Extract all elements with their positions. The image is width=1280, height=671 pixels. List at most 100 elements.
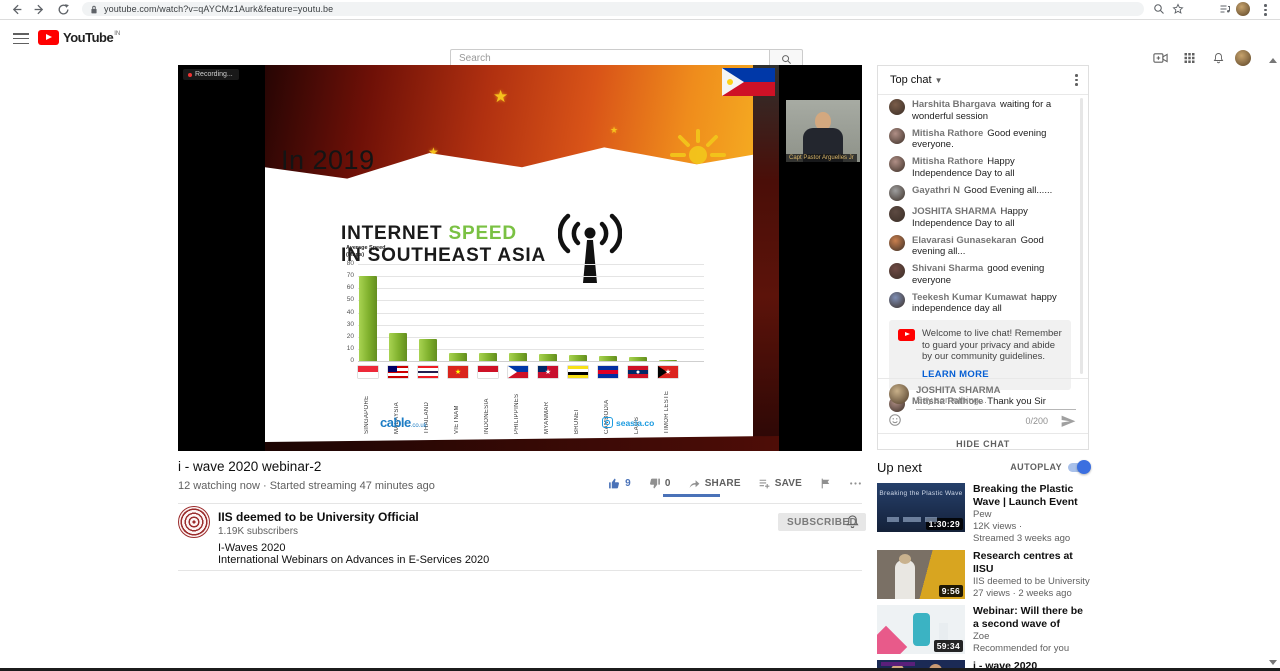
chat-menu-icon[interactable] — [1075, 74, 1078, 88]
youtube-watch-page: youtube.com/watch?v=qAYCMz1Aurk&feature=… — [0, 0, 1280, 671]
chart-bar — [359, 276, 377, 361]
video-player[interactable]: ★ ★ ★ ★ In 2019 INTERNET SPEED IN SOUTHE… — [178, 65, 862, 451]
report-button[interactable] — [819, 477, 832, 490]
slide-right-edge — [753, 65, 779, 451]
share-icon — [688, 477, 701, 490]
chat-avatar — [889, 292, 905, 308]
divider — [878, 433, 1088, 434]
address-bar[interactable]: youtube.com/watch?v=qAYCMz1Aurk&feature=… — [82, 2, 1144, 16]
chat-message: Mitisha RathoreGood evening everyone. — [889, 128, 1071, 151]
account-avatar[interactable] — [1235, 50, 1251, 66]
url-text: youtube.com/watch?v=qAYCMz1Aurk&feature=… — [104, 4, 333, 14]
chat-message-body: Mitisha RathoreHappy Independence Day to… — [912, 156, 1071, 179]
chart-bar — [449, 353, 467, 361]
more-dots-icon — [849, 477, 862, 490]
extension-icon[interactable] — [1219, 3, 1231, 16]
video-title: i - wave 2020 webinar-2 — [178, 459, 321, 474]
chat-author: Shivani Sharma — [912, 263, 983, 274]
presentation-slide: ★ ★ ★ ★ In 2019 INTERNET SPEED IN SOUTHE… — [265, 65, 779, 451]
chat-author: Harshita Bhargava — [912, 99, 996, 110]
refresh-icon[interactable] — [57, 3, 70, 16]
like-button[interactable]: 9 — [608, 477, 631, 490]
flag-emblem: ★ — [658, 366, 678, 378]
channel-bell-icon[interactable] — [845, 514, 860, 529]
browser-profile-avatar[interactable] — [1236, 2, 1250, 16]
chat-message-input[interactable] — [916, 395, 1076, 410]
up-next-list: Breaking the Plastic Wave1:30:29Breaking… — [877, 483, 1090, 671]
chat-avatar — [889, 206, 905, 222]
autoplay-toggle[interactable] — [1068, 463, 1090, 472]
channel-subscribers: 1.19K subscribers — [218, 526, 298, 537]
chart-category-label: INDONESIA — [484, 382, 490, 434]
video-meta: Recommended for you — [973, 643, 1090, 655]
philippine-sun-art — [663, 127, 733, 182]
country-flag-philippines — [508, 366, 528, 378]
chart-bar — [629, 357, 647, 361]
chart-bar — [569, 355, 587, 361]
notifications-bell-icon[interactable] — [1211, 52, 1224, 64]
guide-menu-icon[interactable] — [13, 33, 29, 45]
chat-avatar — [889, 128, 905, 144]
speaker-name-label: Capt Pastor Arguelles Jr — [786, 154, 857, 162]
create-video-icon[interactable] — [1153, 52, 1168, 64]
send-icon[interactable] — [1061, 414, 1076, 427]
playlist-add-icon — [758, 477, 771, 490]
video-thumbnail: 59:34 — [877, 605, 965, 654]
chart-y-tick: 30 — [340, 321, 354, 328]
up-next-section: Up next AUTOPLAY Breaking the Plastic Wa… — [877, 459, 1090, 671]
share-button[interactable]: SHARE — [688, 477, 741, 490]
chat-welcome-notice: Welcome to live chat! Remember to guard … — [889, 320, 1071, 390]
up-next-item[interactable]: 59:34Webinar: Will there be a second wav… — [877, 605, 1090, 655]
video-info: Webinar: Will there be a second wave of … — [965, 605, 1090, 655]
divider — [178, 503, 862, 504]
chart-bar — [389, 333, 407, 361]
flag-icon — [819, 477, 832, 490]
live-chat-panel: Top chat▼ Harshita Bhargavawaiting for a… — [877, 65, 1089, 450]
hide-chat-button[interactable]: HIDE CHAT — [878, 439, 1088, 449]
chat-message-body: Shivani Sharmagood evening everyone — [912, 263, 1071, 286]
flag-triangle — [508, 366, 517, 378]
chat-message: Shivani Sharmagood evening everyone — [889, 263, 1071, 286]
chat-avatar — [889, 156, 905, 172]
chat-mode-dropdown[interactable]: Top chat▼ — [890, 74, 943, 86]
chart-bar — [659, 360, 677, 361]
forward-icon[interactable] — [33, 3, 46, 16]
browser-menu-icon[interactable] — [1264, 4, 1267, 18]
chart-category-label: SINGAPORE — [364, 382, 370, 434]
flag-emblem: ★ — [448, 366, 468, 378]
chevron-down-icon: ▼ — [935, 76, 943, 85]
chat-message: Gayathri NGood Evening all...... — [889, 185, 1071, 201]
zoom-page-icon[interactable] — [1153, 3, 1165, 16]
chat-message: Mitisha RathoreHappy Independence Day to… — [889, 156, 1071, 179]
chart-y-tick: 0 — [340, 357, 354, 364]
channel-avatar[interactable] — [178, 506, 210, 538]
dislike-button[interactable]: 0 — [648, 477, 671, 490]
more-actions-button[interactable] — [849, 477, 862, 490]
country-flag-thailand — [418, 366, 438, 378]
chart-bar — [539, 354, 557, 361]
up-next-item[interactable]: Breaking the Plastic Wave1:30:29Breaking… — [877, 483, 1090, 545]
up-next-heading: Up next — [877, 460, 922, 475]
apps-grid-icon[interactable] — [1182, 52, 1195, 64]
channel-name[interactable]: IIS deemed to be University Official — [218, 510, 419, 524]
char-counter: 0/200 — [1025, 416, 1048, 426]
back-icon[interactable] — [10, 3, 23, 16]
chat-scrollbar[interactable] — [1080, 98, 1083, 374]
emoji-icon[interactable] — [888, 413, 902, 427]
chart-gridline — [358, 300, 704, 301]
duration-badge: 1:30:29 — [926, 518, 963, 530]
up-next-item[interactable]: 9:56Research centres at IISUIIS deemed t… — [877, 550, 1090, 600]
chart-gridline — [358, 313, 704, 314]
scrollbar-down-arrow[interactable] — [1269, 660, 1277, 665]
video-meta: Zoe — [973, 631, 1090, 643]
save-button[interactable]: SAVE — [758, 477, 802, 490]
chat-author: JOSHITA SHARMA — [912, 206, 996, 217]
chat-author: Mitisha Rathore — [912, 156, 983, 167]
country-flag-laos: ● — [628, 366, 648, 378]
bookmark-star-icon[interactable] — [1172, 3, 1184, 16]
youtube-logo[interactable]: YouTube IN — [38, 30, 120, 45]
country-code: IN — [114, 31, 120, 37]
video-description: I-Waves 2020 International Webinars on A… — [218, 542, 489, 566]
video-meta: Pew — [973, 509, 1090, 521]
scrollbar-up-arrow[interactable] — [1269, 58, 1277, 63]
